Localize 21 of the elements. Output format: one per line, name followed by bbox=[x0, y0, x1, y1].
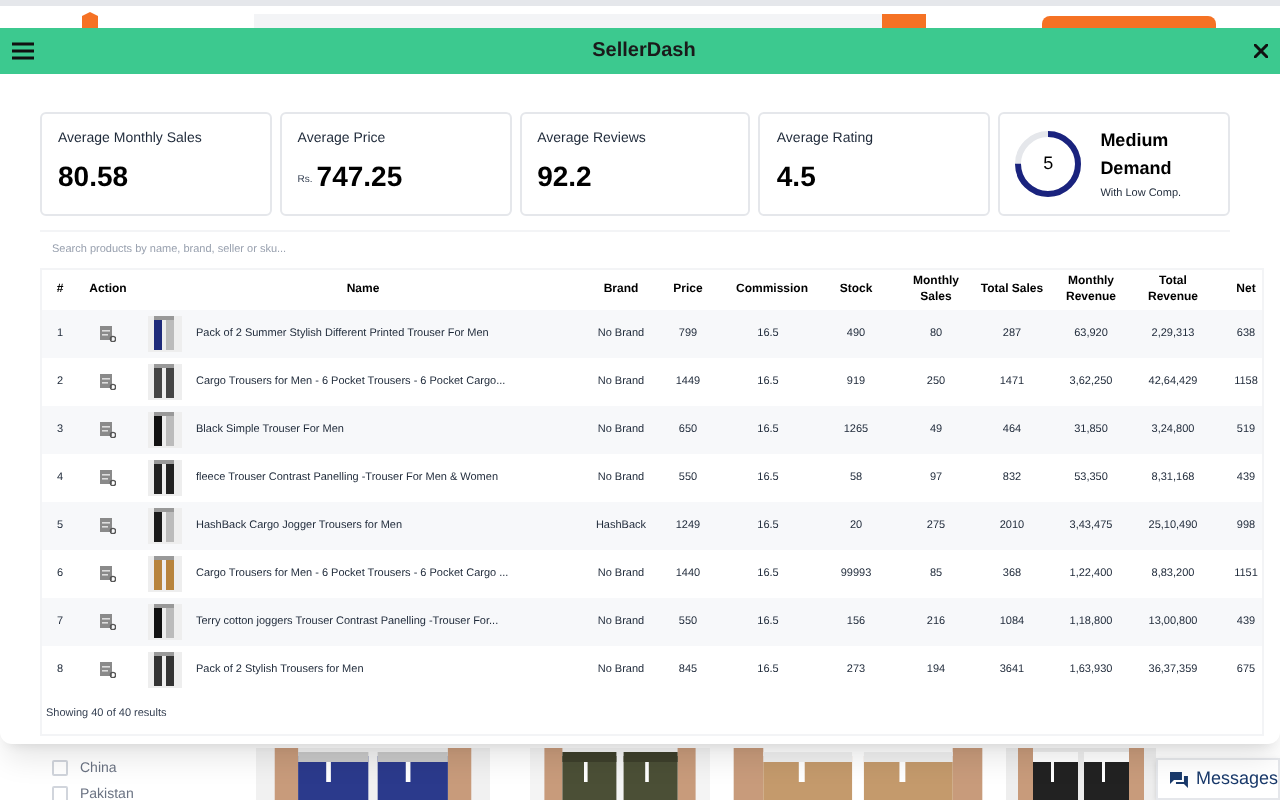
document-icon[interactable] bbox=[100, 661, 116, 678]
checkbox[interactable] bbox=[52, 760, 68, 776]
document-icon[interactable] bbox=[100, 421, 116, 438]
checkbox[interactable] bbox=[52, 786, 68, 800]
document-icon[interactable] bbox=[100, 565, 116, 582]
stat-value: 747.25 bbox=[316, 162, 403, 190]
stat-value: 92.2 bbox=[537, 162, 592, 190]
menu-icon[interactable] bbox=[12, 42, 34, 60]
stat-value: 80.58 bbox=[58, 162, 129, 190]
messages-button[interactable]: Messages bbox=[1156, 758, 1280, 800]
document-icon[interactable] bbox=[100, 325, 116, 342]
demand-score: 5 bbox=[1043, 155, 1054, 173]
stat-value: 4.5 bbox=[776, 162, 816, 190]
dialog-title: SellerDash bbox=[592, 38, 696, 66]
document-icon[interactable] bbox=[100, 613, 116, 630]
document-icon[interactable] bbox=[100, 373, 116, 390]
chat-icon bbox=[1170, 771, 1188, 787]
document-icon[interactable] bbox=[100, 517, 116, 534]
close-icon[interactable] bbox=[1253, 44, 1268, 58]
demand-title: Medium Demand bbox=[1100, 127, 1174, 182]
document-icon[interactable] bbox=[100, 469, 116, 486]
